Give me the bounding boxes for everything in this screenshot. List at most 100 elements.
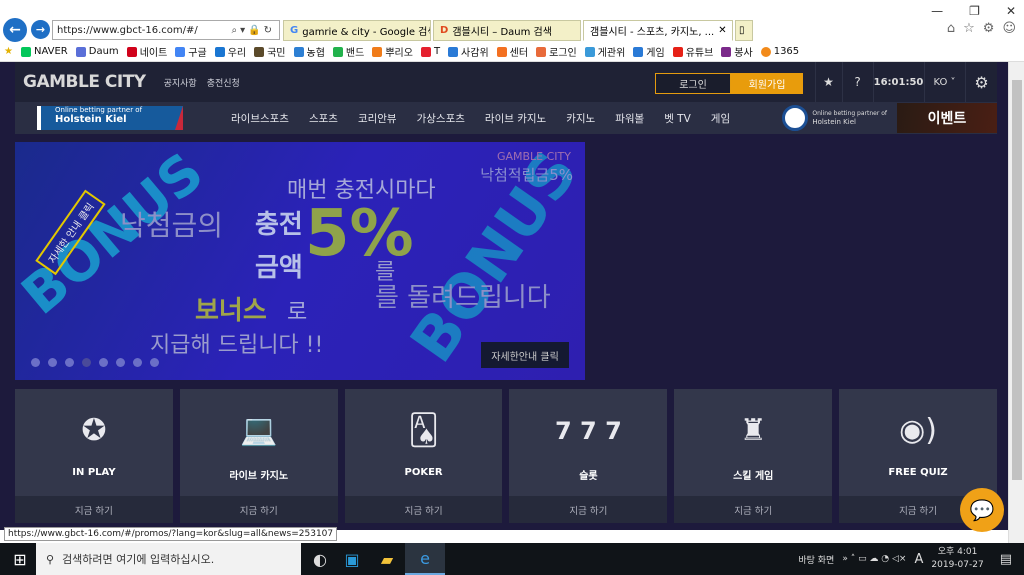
game-cards: ✪ IN PLAY 지금 하기 💻 라이브 카지노 지금 하기 🂡 POKER 지금 하기 … xyxy=(15,389,997,523)
back-button[interactable]: ← xyxy=(3,18,27,42)
taskbar-search[interactable]: ⚲ 검색하려면 여기에 입력하십시오. xyxy=(36,543,301,575)
settings-gear-icon[interactable]: ⚙ xyxy=(983,21,995,36)
chat-button[interactable]: 💬 xyxy=(960,488,1004,532)
forward-button[interactable]: → xyxy=(31,20,50,39)
close-tab-icon[interactable]: ✕ xyxy=(718,25,726,36)
slide-dot[interactable] xyxy=(82,358,91,367)
app-icon[interactable]: ▣ xyxy=(332,543,372,575)
detail-button[interactable]: 자세한안내 클릭 xyxy=(481,342,569,368)
minimize-icon[interactable]: — xyxy=(931,4,943,18)
help-icon[interactable]: ? xyxy=(842,62,872,102)
event-button[interactable]: 이벤트 xyxy=(897,103,997,133)
bookmark[interactable]: Daum xyxy=(75,46,119,57)
bookmark[interactable]: 유튜브 xyxy=(672,44,713,59)
card-in-play[interactable]: ✪ IN PLAY 지금 하기 xyxy=(15,389,173,523)
settings-gear-icon[interactable]: ⚙ xyxy=(965,62,997,102)
promo-banner[interactable]: BONUS BONUS 자세한 안내 클릭 GAMBLE CITY 낙첨적립금5… xyxy=(15,142,585,380)
home-icon[interactable]: ⌂ xyxy=(947,21,955,36)
site-logo[interactable]: GAMBLE CITY xyxy=(23,72,146,92)
play-now-button[interactable]: 지금 하기 xyxy=(674,496,833,523)
card-live-casino[interactable]: 💻 라이브 카지노 지금 하기 xyxy=(179,389,338,523)
nav-live-sports[interactable]: 라이브스포츠 xyxy=(231,111,289,126)
slide-dot[interactable] xyxy=(65,358,74,367)
bookmark[interactable]: 봉사 xyxy=(721,44,753,59)
tray-icons[interactable]: » ˄ ▭ ☁ ◔ ◁× xyxy=(842,554,906,564)
slide-dot[interactable] xyxy=(133,358,142,367)
clock: 16:01:50 xyxy=(873,62,923,102)
banner-text: 로 xyxy=(287,300,308,325)
scrollbar-thumb[interactable] xyxy=(1012,80,1022,480)
notification-icon[interactable]: ▤ xyxy=(1000,552,1012,567)
site-header: GAMBLE CITY 공지사항 충전신청 로그인 회원가입 ★ ? 16:01:… xyxy=(15,62,997,102)
status-url-tooltip: https://www.gbct-16.com/#/promos/?lang=k… xyxy=(4,527,338,541)
favorites-star-icon[interactable]: ★ xyxy=(815,62,841,102)
bookmark[interactable]: 로그인 xyxy=(536,44,577,59)
bookmark[interactable]: 농협 xyxy=(293,44,325,59)
notice-link[interactable]: 공지사항 xyxy=(164,76,197,89)
nav-sports[interactable]: 스포츠 xyxy=(309,111,338,126)
bookmark[interactable]: 사감위 xyxy=(448,44,489,59)
tab-gamblecity[interactable]: 갬블시티 - 스포츠, 카지노, ... ✕ xyxy=(583,20,733,41)
bookmark[interactable]: T xyxy=(420,46,440,57)
vertical-scrollbar[interactable] xyxy=(1008,62,1024,543)
play-now-button[interactable]: 지금 하기 xyxy=(179,496,338,523)
play-now-button[interactable]: 지금 하기 xyxy=(344,496,503,523)
bookmark[interactable]: 네이트 xyxy=(126,44,167,59)
signup-button[interactable]: 회원가입 xyxy=(731,73,803,94)
address-bar[interactable]: https://www.gbct-16.com/#/ ⌕▾🔒↻ xyxy=(52,20,280,40)
maximize-icon[interactable]: ❐ xyxy=(969,4,980,18)
kiel-crest-icon xyxy=(782,105,809,131)
nav-games[interactable]: 게임 xyxy=(711,111,730,126)
bookmark[interactable]: 1365 xyxy=(760,46,799,57)
play-now-button[interactable]: 지금 하기 xyxy=(509,496,668,523)
new-tab-button[interactable]: ▯ xyxy=(735,20,753,41)
bookmark[interactable]: 뿌리오 xyxy=(372,44,413,59)
bookmark[interactable]: NAVER xyxy=(20,46,68,57)
slide-dot[interactable] xyxy=(99,358,108,367)
bookmark[interactable]: 구글 xyxy=(175,44,207,59)
nav-powerball[interactable]: 파워볼 xyxy=(615,111,644,126)
language-select[interactable]: KO ˅ xyxy=(924,62,964,102)
internet-explorer-icon[interactable]: e xyxy=(405,543,445,575)
nav-korean-view[interactable]: 코리안뷰 xyxy=(358,111,397,126)
windows-start-icon[interactable]: ⊞ xyxy=(0,543,40,575)
banner-text: 충전 xyxy=(255,210,303,240)
bookmark[interactable]: 밴드 xyxy=(332,44,364,59)
card-slots[interactable]: 7 7 7 슬롯 지금 하기 xyxy=(509,389,668,523)
slide-dot[interactable] xyxy=(48,358,57,367)
bookmark[interactable]: 게임 xyxy=(633,44,665,59)
search-lock-refresh-icons[interactable]: ⌕▾🔒↻ xyxy=(232,25,275,36)
deposit-link[interactable]: 충전신청 xyxy=(207,76,240,89)
web-page: GAMBLE CITY 공지사항 충전신청 로그인 회원가입 ★ ? 16:01:… xyxy=(0,62,1008,530)
nav-casino[interactable]: 카지노 xyxy=(566,111,595,126)
slide-dot[interactable] xyxy=(150,358,159,367)
favorites-star-icon[interactable]: ★ xyxy=(4,46,13,57)
favorites-star-icon[interactable]: ☆ xyxy=(963,21,975,36)
taskbar-clock[interactable]: 오후 4:01 2019-07-27 xyxy=(931,546,983,572)
card-skill-game[interactable]: ♜ 스킬 게임 지금 하기 xyxy=(674,389,833,523)
bookmark[interactable]: 우리 xyxy=(214,44,246,59)
desktop-toolbar[interactable]: 바탕 화면 xyxy=(798,553,834,566)
file-explorer-icon[interactable]: ▰ xyxy=(367,543,407,575)
bookmark[interactable]: 센터 xyxy=(496,44,528,59)
card-poker[interactable]: 🂡 POKER 지금 하기 xyxy=(344,389,503,523)
nav-virtual-sports[interactable]: 가상스포츠 xyxy=(417,111,465,126)
nav-live-casino[interactable]: 라이브 카지노 xyxy=(485,111,546,126)
laptop-cards-icon: 💻 xyxy=(240,413,278,448)
ime-indicator[interactable]: A xyxy=(914,552,923,567)
banner-text: 보너스 xyxy=(195,296,267,326)
bookmark[interactable]: 게관위 xyxy=(584,44,625,59)
tab-daum[interactable]: D 갬블시티 – Daum 검색 xyxy=(433,20,581,41)
chat-bubble-icon: 💬 xyxy=(969,498,995,522)
card-label: IN PLAY xyxy=(72,467,116,478)
bookmark[interactable]: 국민 xyxy=(254,44,286,59)
login-button[interactable]: 로그인 xyxy=(655,73,731,94)
play-now-button[interactable]: 지금 하기 xyxy=(15,496,173,523)
tab-google[interactable]: Ggamrie & city - Google 검색 xyxy=(283,20,431,41)
smiley-icon[interactable]: ☺ xyxy=(1002,21,1016,36)
close-window-icon[interactable]: ✕ xyxy=(1006,4,1016,18)
slide-dot[interactable] xyxy=(116,358,125,367)
slide-dot[interactable] xyxy=(31,358,40,367)
nav-bet-tv[interactable]: 벳 TV xyxy=(664,111,691,126)
holstein-kiel-partner-badge[interactable]: Online betting partner of Holstein Kiel xyxy=(37,106,183,130)
